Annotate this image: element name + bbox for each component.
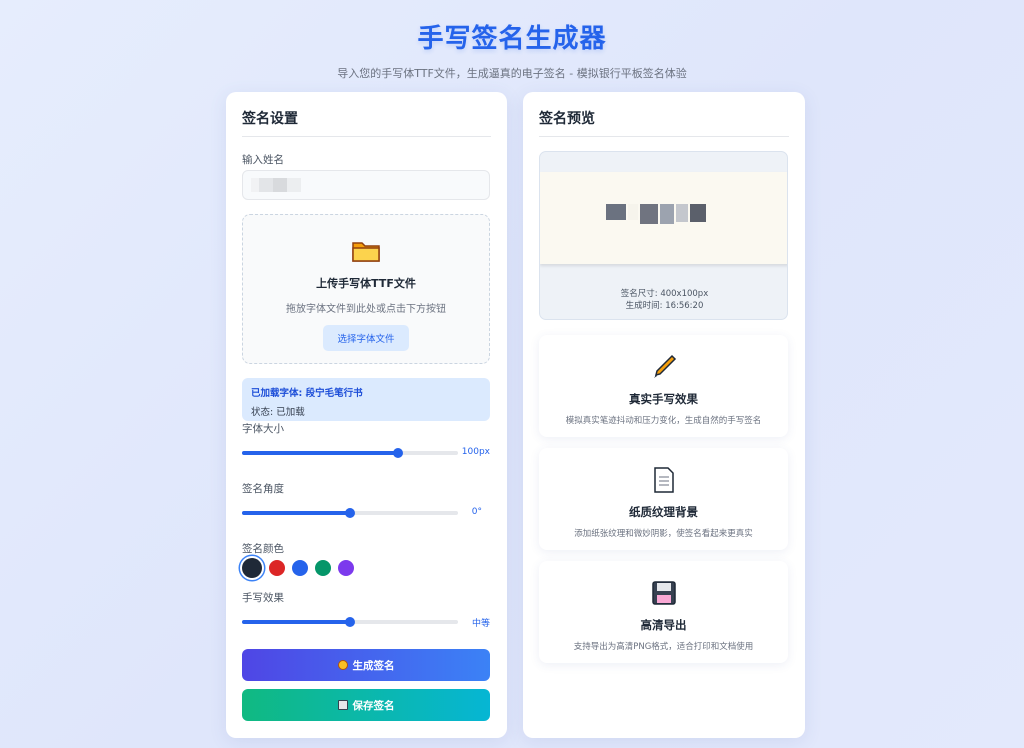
font-info-box: 已加载字体: 段宁毛笔行书 状态: 已加载 <box>242 378 490 421</box>
color-swatch[interactable] <box>315 560 331 576</box>
feature-card: 真实手写效果 模拟真实笔迹抖动和压力变化，生成自然的手写签名 <box>539 335 788 437</box>
paper-canvas <box>540 172 787 264</box>
signature-pixel <box>676 204 688 222</box>
angle-label: 签名角度 <box>242 483 284 495</box>
feature-card: 纸质纹理背景 添加纸张纹理和微妙阴影，使签名看起来更真实 <box>539 448 788 550</box>
font-status-text: 状态: 已加载 <box>251 407 305 418</box>
signature-preview: 签名尺寸: 400x100px 生成时间: 16:56:20 <box>539 151 788 320</box>
loaded-font-text: 已加载字体: 段宁毛笔行书 <box>251 388 363 399</box>
slider-track <box>242 448 458 458</box>
folder-icon <box>351 239 381 263</box>
page-title: 手写签名生成器 <box>417 24 607 54</box>
slider-thumb[interactable] <box>392 448 403 458</box>
document-icon <box>650 466 678 494</box>
signature-size: 签名尺寸: 400x100px <box>620 289 709 299</box>
slider-fill <box>242 620 350 624</box>
signature-pixel <box>660 204 674 224</box>
color-swatch[interactable] <box>269 560 285 576</box>
effect-label: 手写效果 <box>242 592 284 604</box>
signature-time: 生成时间: 16:56:20 <box>625 301 704 311</box>
page-subtitle: 导入您的手写体TTF文件，生成逼真的电子签名 - 模拟银行平板签名体验 <box>337 67 687 80</box>
upload-title: 上传手写体TTF文件 <box>316 277 416 290</box>
page-header: 手写签名生成器 导入您的手写体TTF文件，生成逼真的电子签名 - 模拟银行平板签… <box>0 18 1024 81</box>
floppy-icon <box>337 700 348 710</box>
color-swatch[interactable] <box>292 560 308 576</box>
pen-icon <box>650 353 678 381</box>
signature-meta: 签名尺寸: 400x100px 生成时间: 16:56:20 <box>540 288 787 312</box>
save-label: 保存签名 <box>352 699 395 712</box>
name-label: 输入姓名 <box>242 154 284 166</box>
generate-label: 生成签名 <box>352 659 395 672</box>
angle-value: 0° <box>471 507 482 517</box>
upload-hint: 拖放字体文件到此处或点击下方按钮 <box>286 304 446 315</box>
feature-desc: 模拟真实笔迹抖动和压力变化，生成自然的手写签名 <box>565 416 762 426</box>
blurred-signature <box>606 204 706 224</box>
slider-fill <box>242 511 350 515</box>
effect-value: 中等 <box>471 619 490 629</box>
preview-title: 签名预览 <box>539 108 789 137</box>
signature-pixel <box>690 204 706 222</box>
feature-desc: 添加纸张纹理和微妙阴影，使签名看起来更真实 <box>574 529 753 539</box>
preview-card: 签名预览 签名尺寸: 400x100px 生成时间: 16:56:20 真实手写… <box>523 92 805 738</box>
blurred-name-pixel <box>251 178 259 192</box>
color-swatches <box>242 558 354 578</box>
choose-font-button[interactable]: 选择字体文件 <box>323 325 409 351</box>
generate-button[interactable]: 生成签名 <box>242 649 490 681</box>
font-size-label: 字体大小 <box>242 423 284 435</box>
settings-card: 签名设置 输入姓名 上传手写体TTF文件 拖放字体文件到此处或点击下方按钮 选择… <box>226 92 507 738</box>
save-button[interactable]: 保存签名 <box>242 689 490 721</box>
slider-thumb[interactable] <box>345 508 355 518</box>
slider-track <box>242 508 458 518</box>
floppy-icon <box>650 579 678 607</box>
blurred-name-pixel <box>287 178 301 192</box>
font-upload-dropzone[interactable]: 上传手写体TTF文件 拖放字体文件到此处或点击下方按钮 选择字体文件 <box>242 214 490 364</box>
signature-pixel <box>640 204 658 224</box>
slider-fill <box>242 451 398 455</box>
color-swatch[interactable] <box>242 558 262 578</box>
feature-desc: 支持导出为高清PNG格式，适合打印和文档使用 <box>573 642 754 652</box>
slider-track <box>242 617 458 627</box>
signature-pixel <box>606 204 626 220</box>
angle-slider[interactable]: 0° <box>242 507 490 519</box>
settings-title: 签名设置 <box>242 108 491 137</box>
color-label: 签名颜色 <box>242 543 284 555</box>
signature-pixel <box>628 204 638 220</box>
brain-icon <box>337 660 348 670</box>
feature-title: 真实手写效果 <box>629 392 698 406</box>
feature-card: 高清导出 支持导出为高清PNG格式，适合打印和文档使用 <box>539 561 788 663</box>
feature-title: 高清导出 <box>640 618 687 632</box>
slider-thumb[interactable] <box>345 617 355 627</box>
blurred-name-pixel <box>259 178 273 192</box>
name-input[interactable] <box>242 170 490 200</box>
font-size-slider[interactable]: 100px <box>242 447 490 459</box>
feature-title: 纸质纹理背景 <box>629 505 698 519</box>
font-size-value: 100px <box>461 447 490 457</box>
color-swatch[interactable] <box>338 560 354 576</box>
blurred-name-pixel <box>273 178 287 192</box>
effect-slider[interactable]: 中等 <box>242 616 490 629</box>
